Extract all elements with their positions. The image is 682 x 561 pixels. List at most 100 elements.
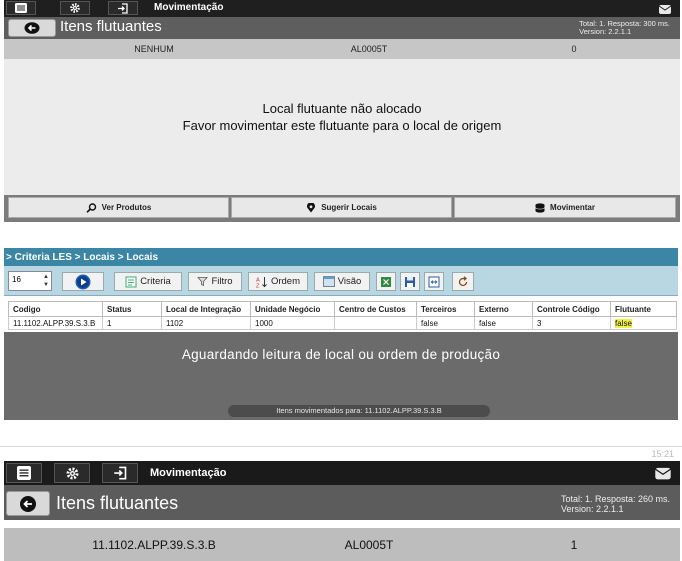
cell-terceiros: false: [416, 316, 475, 330]
sign-in-icon: [113, 466, 126, 480]
login-button[interactable]: [102, 463, 138, 483]
view-button[interactable]: Visão: [314, 272, 370, 291]
menu-button[interactable]: [6, 463, 42, 483]
move-label: Movimentar: [550, 203, 595, 212]
sign-in-icon: [118, 2, 128, 14]
page-title: Itens flutuantes: [60, 18, 162, 35]
svg-text:Z: Z: [256, 283, 260, 288]
arrow-left-icon: [24, 22, 40, 34]
view-icon: [322, 276, 335, 287]
col-unidade-negocio[interactable]: Unidade Negócio: [250, 301, 335, 317]
settings-button[interactable]: [54, 463, 90, 483]
database-icon: [535, 202, 545, 213]
gear-icon: [70, 3, 80, 13]
col-externo[interactable]: Externo: [474, 301, 533, 317]
bottom-screen: 15:21 Movimentação Itens flutuantes Tota…: [4, 449, 680, 561]
col-status[interactable]: Status: [102, 301, 162, 317]
page-size-stepper[interactable]: 16 ▲ ▼: [8, 271, 52, 291]
quantity-cell: 0: [571, 44, 577, 54]
back-button[interactable]: [6, 491, 50, 516]
grid-toolbar: 16 ▲ ▼ Criteria Filtro AZ Ordem Visão: [4, 266, 678, 296]
list-icon: [17, 466, 31, 480]
view-label: Visão: [337, 276, 362, 287]
filter-button[interactable]: Filtro: [188, 272, 242, 291]
settings-button[interactable]: [60, 1, 90, 15]
export-excel-button[interactable]: [376, 272, 396, 291]
stats-version: Version: 2.2.1.1: [579, 27, 632, 36]
top-screen: Movimentação Itens flutuantes Total: 1. …: [4, 0, 680, 222]
criteria-label: Criteria: [140, 276, 171, 287]
floating-item-row[interactable]: 11.1102.ALPP.39.S.3.B AL0005T 1: [4, 528, 680, 561]
app-top-bar: Movimentação: [4, 0, 680, 17]
message-line-1: Local flutuante não alocado: [262, 101, 422, 116]
cell-status: 1: [102, 316, 162, 330]
message-line-2: Favor movimentar este flutuante para o l…: [182, 118, 502, 133]
cell-externo: false: [474, 316, 533, 330]
suggest-locations-button[interactable]: Sugerir Locais: [231, 197, 452, 218]
run-button[interactable]: [62, 272, 104, 291]
view-products-button[interactable]: Ver Produtos: [8, 197, 229, 218]
save-button[interactable]: [400, 272, 420, 291]
col-flutuante[interactable]: Flutuante: [610, 301, 677, 317]
response-stats: Total: 1. Resposta: 300 ms. Version: 2.2…: [579, 20, 670, 36]
order-label: Ordem: [270, 276, 301, 287]
cell-controle-codigo: 3: [532, 316, 611, 330]
login-button[interactable]: [108, 1, 138, 15]
move-button[interactable]: Movimentar: [454, 197, 676, 218]
play-icon: [75, 274, 91, 289]
status-message: Local flutuante não alocado Favor movime…: [4, 100, 680, 134]
scanner-waiting-area: Aguardando leitura de local ou ordem de …: [4, 332, 678, 420]
waiting-message: Aguardando leitura de local ou ordem de …: [181, 347, 501, 362]
floating-code-cell: AL0005T: [350, 44, 388, 54]
app-top-bar: Movimentação: [4, 461, 680, 485]
filter-label: Filtro: [211, 276, 233, 287]
grid-header: Codigo Status Local de Integração Unidad…: [8, 301, 677, 317]
response-stats: Total: 1. Resposta: 260 ms. Version: 2.2…: [561, 494, 670, 514]
message-area: Local flutuante não alocado Favor movime…: [4, 59, 680, 195]
col-terceiros[interactable]: Terceiros: [416, 301, 475, 317]
order-button[interactable]: AZ Ordem: [248, 272, 308, 291]
col-local-integracao[interactable]: Local de Integração: [161, 301, 251, 317]
status-clock: 15:21: [651, 449, 674, 459]
cell-unidade-negocio: 1000: [250, 316, 335, 330]
gear-icon: [66, 467, 78, 479]
message-icon[interactable]: [654, 465, 672, 486]
desktop-screen: > Criteria LES > Locais > Locais 16 ▲ ▼ C…: [4, 248, 678, 420]
save-icon: [405, 276, 415, 287]
criteria-button[interactable]: Criteria: [114, 272, 182, 291]
breadcrumb: > Criteria LES > Locais > Locais: [4, 248, 678, 266]
stepper-arrows-icon[interactable]: ▲ ▼: [43, 273, 49, 289]
suggest-locations-label: Sugerir Locais: [321, 203, 377, 212]
toast-message: Itens movimentados para: 11.1102.ALPP.39…: [228, 405, 490, 417]
cell-local-integracao: 1102: [161, 316, 251, 330]
list-icon: [15, 3, 27, 13]
locations-grid: Codigo Status Local de Integração Unidad…: [8, 301, 677, 330]
expand-icon: [428, 276, 440, 287]
menu-button[interactable]: [6, 1, 36, 15]
sort-az-icon: AZ: [256, 276, 267, 288]
col-centro-custos[interactable]: Centro de Custos: [334, 301, 417, 317]
refresh-button[interactable]: [452, 272, 474, 291]
table-row[interactable]: 11.1102.ALPP.39.S.3.B 1 1102 1000 false …: [8, 316, 677, 330]
location-cell: 11.1102.ALPP.39.S.3.B: [92, 537, 216, 552]
page-title: Itens flutuantes: [56, 493, 179, 513]
col-controle-codigo[interactable]: Controle Código: [532, 301, 611, 317]
stats-version: Version: 2.2.1.1: [560, 504, 624, 514]
refresh-icon: [458, 275, 468, 286]
col-codigo[interactable]: Codigo: [8, 301, 103, 317]
excel-icon: [381, 276, 391, 287]
arrow-left-icon: [20, 495, 36, 512]
action-bar: Ver Produtos Sugerir Locais Movimentar: [4, 195, 680, 222]
floating-item-row[interactable]: NENHUM AL0005T 0: [4, 39, 680, 59]
filter-icon: [197, 277, 209, 287]
expand-button[interactable]: [424, 272, 444, 291]
view-products-label: Ver Produtos: [101, 203, 152, 212]
search-icon: [86, 202, 96, 213]
title-row: Itens flutuantes Total: 1. Resposta: 300…: [4, 17, 680, 39]
back-button[interactable]: [8, 19, 56, 37]
quantity-cell: 1: [570, 537, 578, 552]
highlighted-value: false: [615, 318, 632, 328]
criteria-icon: [125, 276, 137, 287]
cell-codigo: 11.1102.ALPP.39.S.3.B: [8, 316, 103, 330]
cell-centro-custos: [334, 316, 417, 330]
